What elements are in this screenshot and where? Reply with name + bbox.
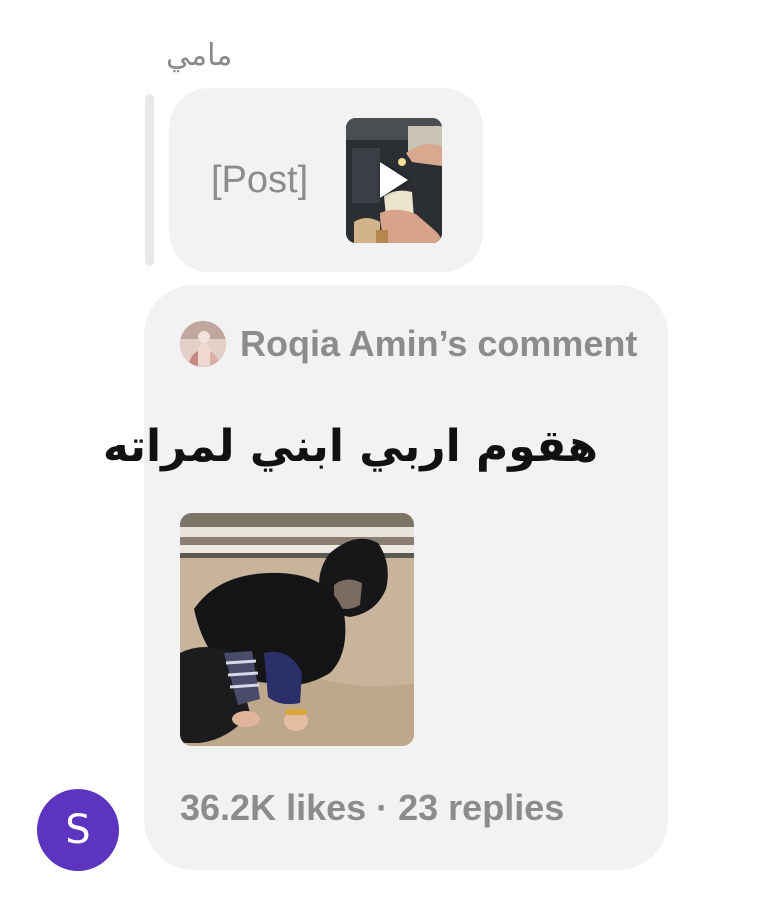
- sender-name: مامي: [166, 38, 233, 73]
- commenter-avatar-image: [180, 321, 226, 367]
- quoted-post-bubble[interactable]: [Post]: [169, 88, 483, 272]
- reply-indicator-bar: [145, 94, 154, 266]
- quoted-post-thumbnail[interactable]: [346, 118, 442, 243]
- comment-card[interactable]: Roqia Amin’s comment هقوم اربي ابني لمرا…: [102, 285, 668, 870]
- comment-text: هقوم اربي ابني لمراته: [102, 421, 598, 472]
- comment-title: Roqia Amin’s comment: [240, 323, 638, 364]
- quoted-post-label: [Post]: [211, 159, 309, 201]
- user-avatar[interactable]: S: [37, 789, 119, 871]
- comment-stats[interactable]: 36.2K likes · 23 replies: [180, 787, 564, 829]
- comment-header: Roqia Amin’s comment: [180, 321, 637, 367]
- comment-image[interactable]: [180, 513, 414, 746]
- play-icon[interactable]: [380, 162, 408, 198]
- comment-photo: [180, 513, 414, 746]
- commenter-avatar[interactable]: [180, 321, 226, 367]
